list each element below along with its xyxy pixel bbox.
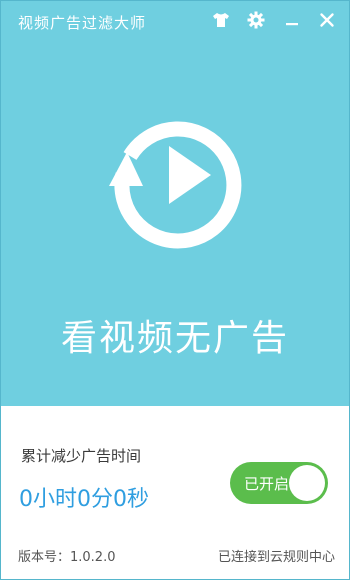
- toggle-label: 已开启: [244, 475, 290, 493]
- version-label: 版本号：1.0.2.0: [18, 550, 116, 565]
- saved-time-value: 0小时0分0秒: [19, 487, 149, 512]
- tshirt-icon[interactable]: [210, 9, 232, 31]
- cloud-status-label: 已连接到云规则中心: [217, 550, 335, 565]
- close-icon[interactable]: [316, 9, 338, 31]
- title-bar: 视频广告过滤大师: [1, 1, 349, 41]
- app-title: 视频广告过滤大师: [18, 14, 147, 32]
- minimize-icon[interactable]: [281, 9, 303, 31]
- status-panel: 累计减少广告时间 0小时0分0秒 已开启 版本号：1.0.2.0 已连接到云规则…: [1, 406, 349, 579]
- filter-toggle[interactable]: 已开启: [230, 462, 328, 504]
- hero-slogan: 看视频无广告: [60, 318, 289, 359]
- replay-play-icon: [99, 94, 259, 254]
- app-window: 视频广告过滤大师 看视频无广告 累计减少广告时间 0小时0分0秒 已开启 版本号…: [0, 0, 350, 580]
- saved-time-label: 累计减少广告时间: [21, 447, 142, 465]
- toggle-knob: [289, 465, 325, 501]
- hero-area: 看视频无广告: [1, 41, 349, 406]
- gear-icon[interactable]: [245, 9, 267, 31]
